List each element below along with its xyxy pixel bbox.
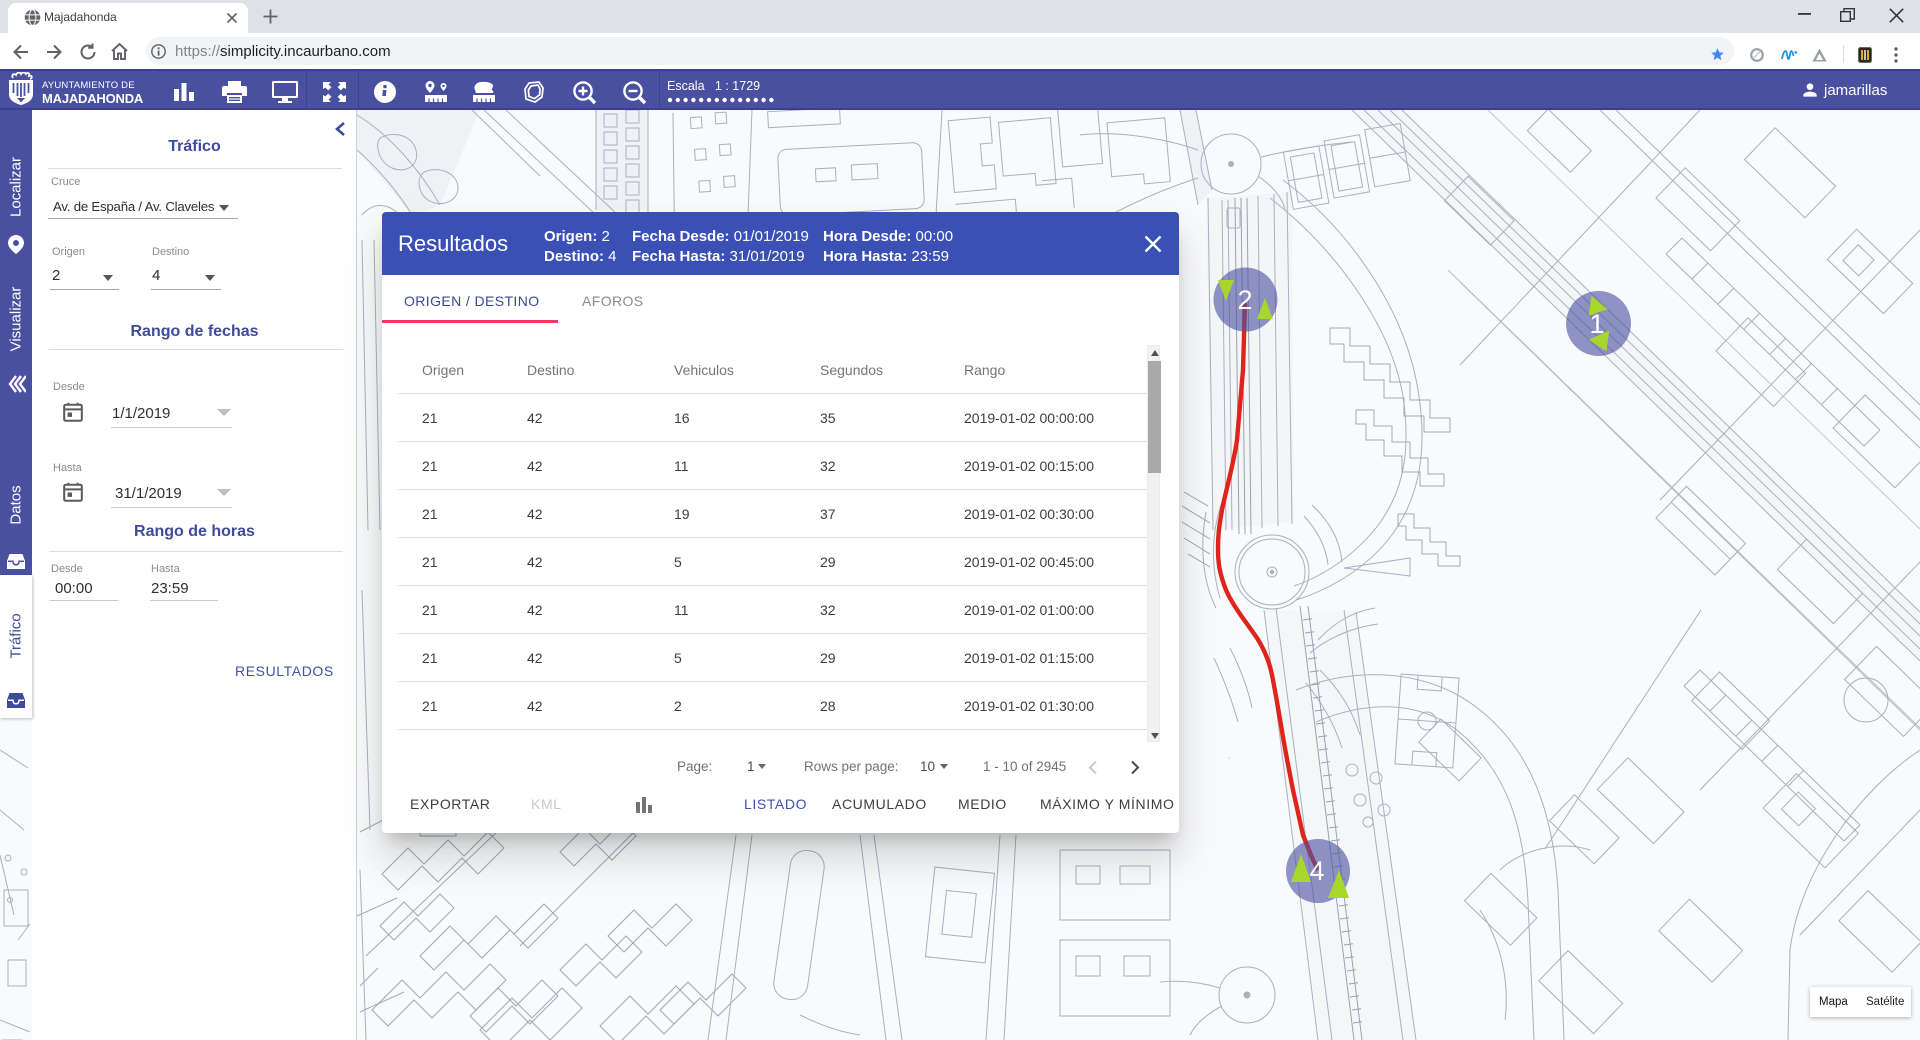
svg-text:4: 4 bbox=[1309, 856, 1324, 886]
svg-text:2: 2 bbox=[1237, 285, 1252, 315]
svg-text:1: 1 bbox=[1589, 309, 1604, 339]
